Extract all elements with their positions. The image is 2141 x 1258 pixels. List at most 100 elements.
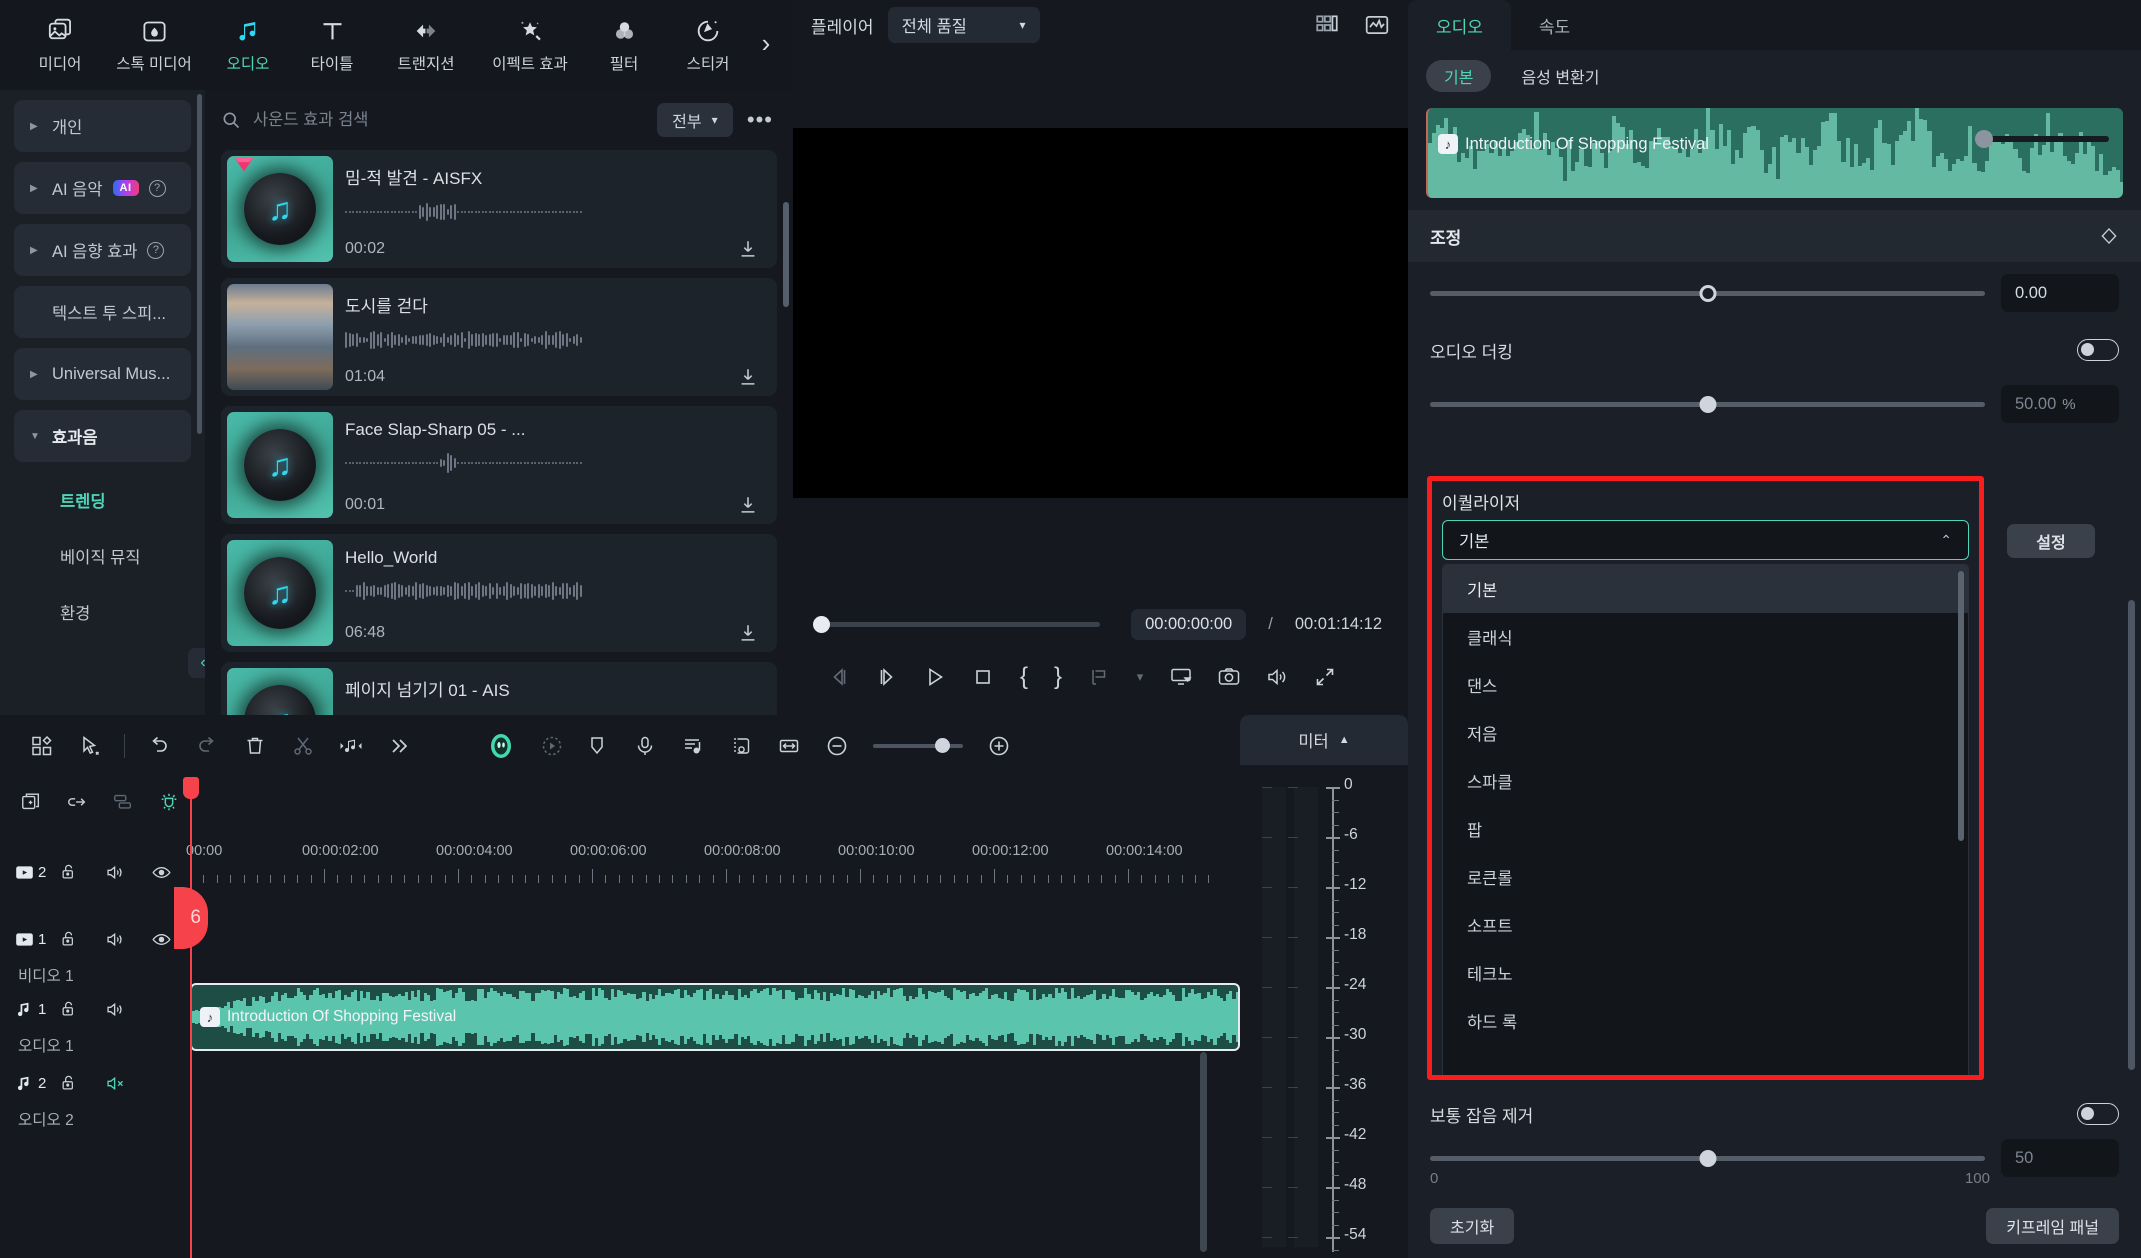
download-icon[interactable]: [737, 494, 759, 516]
list-item[interactable]: ♫ 페이지 넘기기 01 - AIS: [221, 662, 777, 715]
lock-track-icon[interactable]: [46, 986, 92, 1032]
sidebar-subitem-basic-music[interactable]: 베이직 뮤직: [14, 528, 191, 584]
mute-track-icon[interactable]: [92, 916, 138, 962]
browser-more-button[interactable]: •••: [743, 107, 777, 133]
sidebar-item-personal[interactable]: ▶ 개인: [14, 100, 191, 152]
sidebar-item-text-to-speech[interactable]: 텍스트 투 스피...: [14, 286, 191, 338]
fit-timeline-icon[interactable]: [765, 724, 813, 768]
seek-handle[interactable]: [813, 615, 830, 633]
track-lane-audio1[interactable]: ♪ Introduction Of Shopping Festival: [190, 979, 1240, 1057]
filter-dropdown[interactable]: 전부 ▾: [656, 103, 733, 137]
mark-out-icon[interactable]: }: [1041, 656, 1075, 698]
help-icon[interactable]: ?: [147, 241, 165, 259]
volume-icon[interactable]: [1253, 656, 1301, 698]
sidebar-item-sound-effects[interactable]: ▼ 효과음: [14, 410, 191, 462]
waveform-analysis-icon[interactable]: [1364, 12, 1390, 38]
equalizer-option[interactable]: 스파클: [1443, 757, 1968, 805]
current-timecode[interactable]: 00:00:00:00: [1131, 608, 1247, 640]
volume-slider[interactable]: [1430, 284, 1985, 302]
add-track-icon[interactable]: [8, 779, 54, 825]
chevron-down-icon[interactable]: ▾: [1123, 656, 1157, 698]
equalizer-option[interactable]: 기본: [1443, 565, 1968, 613]
playhead[interactable]: 6: [174, 777, 208, 1258]
sidebar-item-universal-music[interactable]: ▶ Universal Mus...: [14, 348, 191, 400]
equalizer-option[interactable]: 소프트: [1443, 901, 1968, 949]
ducking-slider[interactable]: [1430, 395, 1985, 413]
zoom-handle[interactable]: [935, 738, 950, 753]
sidebar-subitem-ambient[interactable]: 환경: [14, 584, 191, 640]
timeline-clip[interactable]: ♪ Introduction Of Shopping Festival: [190, 983, 1240, 1051]
equalizer-option[interactable]: 클래식: [1443, 613, 1968, 661]
sidebar-item-ai-music[interactable]: ▶ AI 음악 AI ?: [14, 162, 191, 214]
reset-button[interactable]: 초기화: [1430, 1208, 1515, 1244]
clip-waveform-card[interactable]: ♪ Introduction Of Shopping Festival: [1426, 108, 2123, 198]
keyframe-panel-button[interactable]: 키프레임 패널: [1986, 1208, 2119, 1244]
browser-scrollbar[interactable]: [783, 202, 789, 307]
list-item[interactable]: ♫ Face Slap-Sharp 05 - ... 00:01: [221, 406, 777, 524]
timeline-scrollbar[interactable]: [1200, 1052, 1207, 1252]
muted-track-icon[interactable]: [92, 1060, 138, 1106]
nav-more-chevron-icon[interactable]: ›: [753, 28, 779, 58]
nav-item-filter[interactable]: 필터: [582, 4, 666, 86]
volume-value[interactable]: 0.00: [2001, 274, 2119, 312]
ducking-handle[interactable]: [1699, 395, 1716, 413]
mark-in-icon[interactable]: {: [1007, 656, 1041, 698]
search-input[interactable]: [253, 110, 647, 130]
clip-trim-slider[interactable]: [1975, 130, 2109, 148]
equalizer-option[interactable]: 팝: [1443, 805, 1968, 853]
zoom-in-icon[interactable]: [975, 724, 1023, 768]
group-track-icon[interactable]: [100, 779, 146, 825]
zoom-slider[interactable]: [873, 738, 963, 753]
download-icon[interactable]: [737, 622, 759, 644]
ai-mask-icon[interactable]: [477, 724, 525, 768]
denoise-handle[interactable]: [1699, 1149, 1716, 1167]
nav-item-sticker[interactable]: 스티커: [666, 4, 750, 86]
snapshot-icon[interactable]: [1205, 656, 1253, 698]
ducking-toggle[interactable]: [2077, 339, 2119, 361]
more-chevrons-icon[interactable]: [375, 724, 423, 768]
play-icon[interactable]: [911, 656, 959, 698]
equalizer-menu-scrollbar[interactable]: [1958, 571, 1964, 841]
properties-scrollbar[interactable]: [2128, 600, 2135, 1070]
list-item[interactable]: ♫ Hello_World 06:48: [221, 534, 777, 652]
help-icon[interactable]: ?: [148, 179, 166, 197]
next-frame-icon[interactable]: [863, 656, 911, 698]
clip-trim-handle[interactable]: [1975, 130, 1993, 148]
download-icon[interactable]: [737, 366, 759, 388]
auto-reframe-icon[interactable]: [717, 724, 765, 768]
meter-tab[interactable]: 미터 ▲: [1240, 715, 1408, 765]
nav-item-effects[interactable]: 이펙트 효과: [478, 4, 582, 86]
download-icon[interactable]: [737, 238, 759, 260]
link-track-icon[interactable]: [54, 779, 100, 825]
audio-detach-icon[interactable]: [327, 724, 375, 768]
sidebar-scrollbar[interactable]: [197, 94, 202, 434]
lock-track-icon[interactable]: [46, 849, 92, 895]
lock-track-icon[interactable]: [46, 1060, 92, 1106]
denoise-slider[interactable]: [1430, 1149, 1985, 1167]
equalizer-option[interactable]: 로큰롤: [1443, 853, 1968, 901]
subtab-voice-changer[interactable]: 음성 변환기: [1503, 60, 1617, 92]
prev-frame-icon[interactable]: [815, 656, 863, 698]
equalizer-option[interactable]: 저음: [1443, 709, 1968, 757]
marker-icon[interactable]: [573, 724, 621, 768]
equalizer-option[interactable]: 하드 록: [1443, 997, 1968, 1045]
subtab-basic[interactable]: 기본: [1426, 60, 1492, 92]
nav-item-audio[interactable]: 오디오: [206, 4, 290, 86]
mute-track-icon[interactable]: [92, 986, 138, 1032]
equalizer-option[interactable]: 댄스: [1443, 661, 1968, 709]
sidebar-item-ai-sound-effects[interactable]: ▶ AI 음향 효과 ?: [14, 224, 191, 276]
nav-item-stock-media[interactable]: 스톡 미디어: [102, 4, 206, 86]
volume-handle[interactable]: [1699, 284, 1716, 302]
tab-audio[interactable]: 오디오: [1408, 0, 1511, 50]
mute-track-icon[interactable]: [92, 849, 138, 895]
sidebar-subitem-trending[interactable]: 트렌딩: [14, 472, 191, 528]
split-scissors-icon[interactable]: [279, 724, 327, 768]
grid-layout-icon[interactable]: [1314, 12, 1340, 38]
video-preview[interactable]: [793, 128, 1408, 498]
ducking-value[interactable]: 50.00 %: [2001, 385, 2119, 423]
tab-speed[interactable]: 속도: [1511, 0, 1598, 50]
diamond-keyframe-icon[interactable]: [2099, 226, 2119, 246]
equalizer-select[interactable]: 기본 ⌃: [1442, 520, 1969, 560]
denoise-value[interactable]: 50: [2001, 1139, 2119, 1177]
render-preview-icon[interactable]: [1157, 656, 1205, 698]
